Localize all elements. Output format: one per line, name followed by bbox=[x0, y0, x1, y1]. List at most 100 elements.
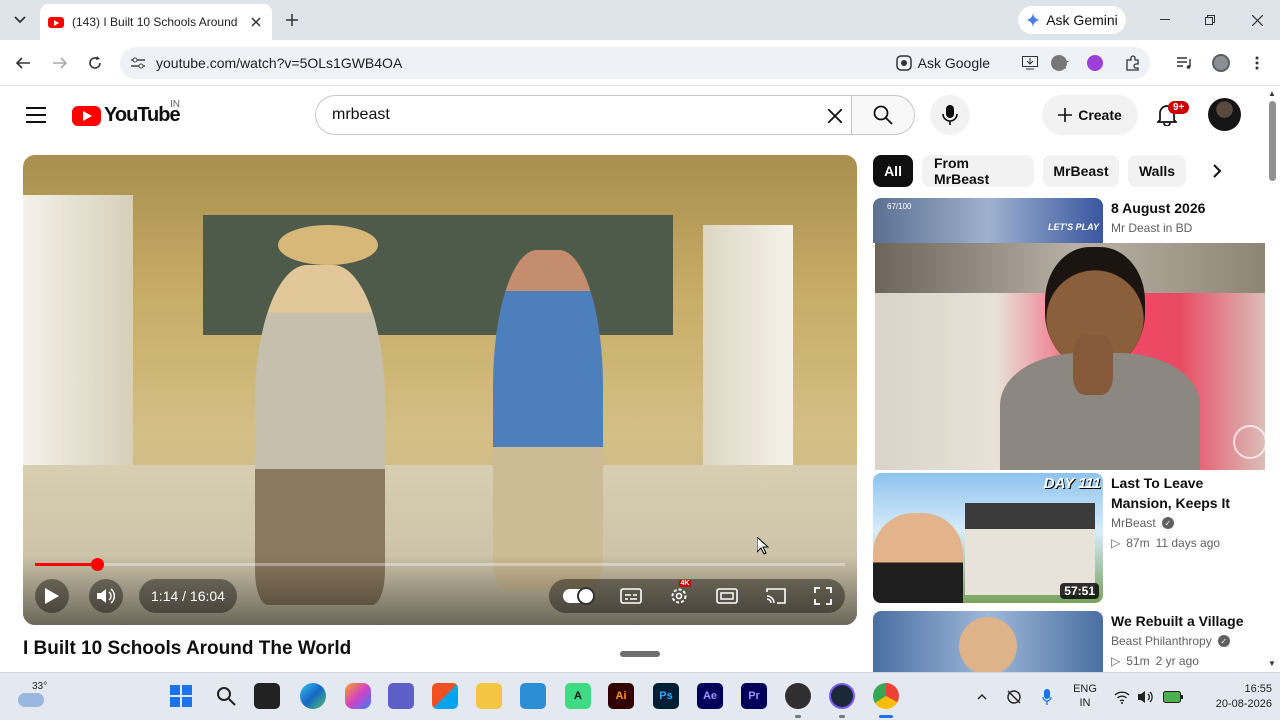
volume-tray-icon[interactable] bbox=[1137, 688, 1155, 706]
windows-start-icon[interactable] bbox=[168, 683, 194, 709]
play-button[interactable] bbox=[35, 579, 69, 613]
seek-bar-handle[interactable] bbox=[91, 558, 104, 571]
video-player[interactable]: 1:14 / 16:04 4K bbox=[23, 155, 857, 625]
ask-google-label: Ask Google bbox=[917, 55, 990, 71]
ask-google-button[interactable]: Ask Google bbox=[895, 51, 990, 75]
profile-avatar[interactable] bbox=[1212, 54, 1230, 72]
sidebar-title-0[interactable]: 8 August 2026 bbox=[1111, 198, 1261, 218]
steam-icon[interactable] bbox=[829, 683, 855, 709]
edge-icon[interactable] bbox=[300, 683, 326, 709]
ask-gemini-label: Ask Gemini bbox=[1046, 12, 1118, 28]
extensions-puzzle-icon[interactable] bbox=[1124, 54, 1142, 72]
scroll-up-arrow-icon[interactable]: ▲ bbox=[1268, 89, 1276, 98]
duration-badge: 57:51 bbox=[1060, 583, 1099, 599]
voice-search-button[interactable] bbox=[930, 95, 970, 135]
search-icon bbox=[873, 105, 893, 125]
plus-icon bbox=[1058, 108, 1073, 122]
tab-search-icon[interactable] bbox=[10, 10, 30, 30]
chrome-menu-icon[interactable] bbox=[1250, 54, 1264, 72]
thumb-badge: LET'S PLAY bbox=[1048, 222, 1099, 232]
address-bar[interactable]: youtube.com/watch?v=5OLs1GWB4OA Ask Goog… bbox=[120, 47, 1150, 79]
taskview-icon[interactable] bbox=[254, 683, 280, 709]
chrome-icon[interactable] bbox=[873, 683, 899, 709]
subtitles-icon[interactable] bbox=[619, 588, 642, 604]
sidebar-channel-0[interactable]: Mr Deast in BD bbox=[1111, 221, 1192, 235]
site-info-icon[interactable] bbox=[120, 57, 156, 69]
chips-next-chevron-icon[interactable] bbox=[1205, 159, 1229, 183]
miniplayer-icon[interactable] bbox=[715, 588, 738, 604]
create-button[interactable]: Create bbox=[1042, 95, 1138, 135]
vscode-icon[interactable] bbox=[520, 683, 546, 709]
chip-all[interactable]: All bbox=[873, 155, 913, 187]
photoshop-icon[interactable]: Ps bbox=[653, 683, 679, 709]
cast-icon[interactable] bbox=[765, 587, 787, 605]
teams-icon[interactable] bbox=[388, 683, 414, 709]
ask-gemini-button[interactable]: Ask Gemini bbox=[1018, 6, 1126, 34]
sidebar-channel-2[interactable]: Beast Philanthropy ✓ bbox=[1111, 634, 1230, 648]
network-off-icon[interactable] bbox=[1005, 688, 1023, 706]
settings-gear-icon[interactable]: 4K bbox=[669, 580, 692, 606]
sidebar-stats-2: ▷ 51m 2 yr ago bbox=[1111, 654, 1199, 668]
tray-overflow-chevron-icon[interactable] bbox=[974, 689, 990, 705]
sidebar-thumbnail-0[interactable]: 67/100 LET'S PLAY bbox=[873, 198, 1103, 243]
system-clock[interactable]: 16:55 20-08-2026 bbox=[1196, 682, 1272, 712]
quality-badge: 4K bbox=[678, 580, 692, 587]
account-avatar[interactable] bbox=[1208, 98, 1241, 131]
back-icon[interactable] bbox=[13, 53, 33, 73]
miniplayer-drag-handle[interactable] bbox=[620, 651, 660, 657]
youtube-header: YouTube IN mrbeast Create 9+ bbox=[0, 87, 1265, 143]
install-app-icon[interactable] bbox=[1020, 53, 1040, 73]
extension-s-icon[interactable] bbox=[1051, 55, 1067, 71]
sidebar-stats-1: ▷ 87m 11 days ago bbox=[1111, 536, 1220, 550]
scrollbar-thumb[interactable] bbox=[1269, 101, 1276, 181]
clock-time: 16:55 bbox=[1244, 683, 1272, 695]
obs-icon[interactable] bbox=[785, 683, 811, 709]
scroll-down-arrow-icon[interactable]: ▼ bbox=[1268, 659, 1276, 668]
chip-walls[interactable]: Walls bbox=[1128, 155, 1186, 187]
minimize-icon[interactable] bbox=[1155, 10, 1175, 30]
reload-icon[interactable] bbox=[85, 53, 105, 73]
premiere-icon[interactable]: Pr bbox=[741, 683, 767, 709]
close-window-icon[interactable] bbox=[1247, 10, 1267, 30]
new-tab-icon[interactable] bbox=[282, 10, 302, 30]
cloud-icon bbox=[18, 693, 44, 707]
tab-title: (143) I Built 10 Schools Around bbox=[72, 15, 238, 29]
sidebar-thumbnail-2[interactable] bbox=[873, 611, 1103, 672]
forward-icon[interactable] bbox=[50, 53, 70, 73]
fullscreen-icon[interactable] bbox=[813, 587, 832, 605]
wifi-icon[interactable] bbox=[1113, 688, 1131, 706]
language-indicator[interactable]: ENG IN bbox=[1070, 682, 1100, 710]
file-explorer-icon[interactable] bbox=[476, 683, 502, 709]
media-control-icon[interactable] bbox=[1176, 54, 1194, 72]
sidebar-title-2[interactable]: We Rebuilt a Village bbox=[1111, 611, 1261, 631]
store-icon[interactable] bbox=[432, 683, 458, 709]
volume-button[interactable] bbox=[89, 579, 123, 613]
restore-icon[interactable] bbox=[1200, 10, 1220, 30]
taskbar-search-icon[interactable] bbox=[213, 683, 239, 709]
microphone-tray-icon[interactable] bbox=[1040, 688, 1054, 706]
sidebar-title-1[interactable]: Last To Leave Mansion, Keeps It bbox=[1111, 473, 1261, 513]
close-tab-icon[interactable] bbox=[248, 14, 264, 30]
page-scrollbar[interactable]: ▲ ▼ bbox=[1265, 87, 1280, 672]
illustrator-icon[interactable]: Ai bbox=[608, 683, 634, 709]
search-input[interactable]: mrbeast bbox=[315, 95, 851, 135]
search-button[interactable] bbox=[851, 95, 915, 135]
seek-bar[interactable] bbox=[35, 558, 845, 571]
sidebar-thumbnail-1[interactable]: DAY 111 57:51 bbox=[873, 473, 1103, 603]
play-count-icon: ▷ bbox=[1111, 536, 1121, 550]
android-studio-icon[interactable]: A bbox=[565, 683, 591, 709]
clear-search-icon[interactable] bbox=[825, 106, 845, 126]
after-effects-icon[interactable]: Ae bbox=[697, 683, 723, 709]
copilot-icon[interactable] bbox=[345, 683, 371, 709]
hamburger-menu-icon[interactable] bbox=[24, 103, 48, 127]
browser-tab-active[interactable]: (143) I Built 10 Schools Around bbox=[40, 4, 272, 40]
sidebar-channel-1[interactable]: MrBeast ✓ bbox=[1111, 516, 1174, 530]
video-title: I Built 10 Schools Around The World bbox=[23, 638, 352, 659]
chip-mrbeast[interactable]: MrBeast bbox=[1043, 155, 1119, 187]
weather-widget[interactable]: 33° bbox=[16, 679, 56, 715]
youtube-logo[interactable]: YouTube bbox=[72, 104, 181, 127]
battery-charging-icon[interactable] bbox=[1162, 688, 1184, 706]
chip-from-mrbeast[interactable]: From MrBeast bbox=[922, 155, 1034, 187]
extension-purple-icon[interactable] bbox=[1087, 55, 1103, 71]
autoplay-toggle[interactable] bbox=[562, 587, 595, 605]
